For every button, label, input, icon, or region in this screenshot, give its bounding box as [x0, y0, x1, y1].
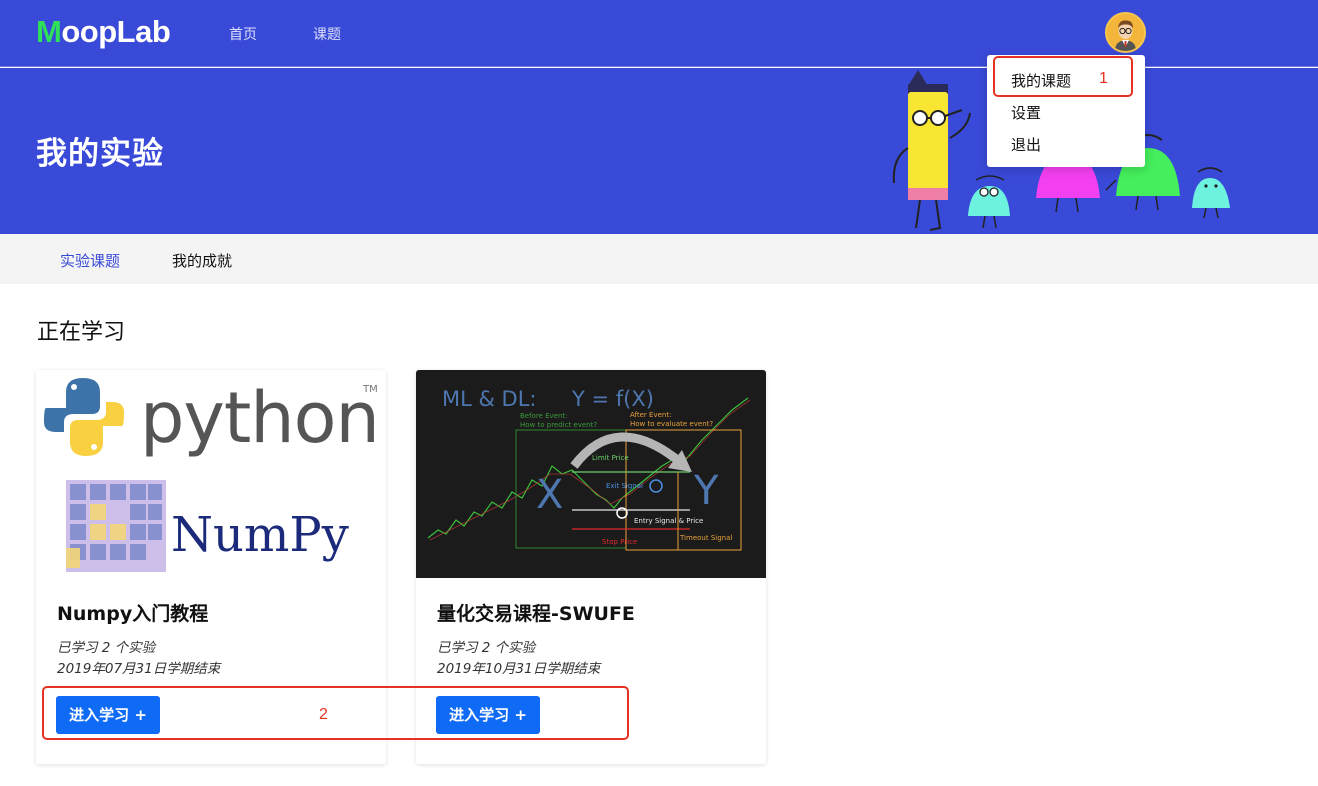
tab-experiment-topics[interactable]: 实验课题	[60, 250, 120, 271]
after-event-label: After Event:	[630, 411, 671, 419]
cover-formula: Y = f(X)	[571, 387, 654, 411]
cover-heading: ML & DL:	[442, 387, 537, 411]
learned-count: 已学习 2 个实验	[437, 640, 536, 656]
menu-item-logout[interactable]: 退出	[1011, 134, 1041, 155]
annotation-number-2: 2	[319, 706, 328, 723]
tab-my-achievements[interactable]: 我的成就	[172, 250, 232, 271]
after-event-question: How to evaluate event?	[630, 420, 713, 428]
pencil-mascot	[892, 70, 971, 231]
course-cover-quant: ML & DL: Y = f(X) Before Event: How to p…	[416, 370, 766, 578]
course-card-numpy: python TM NumPy Numpy入门教程 已学习 2 个实验 2019…	[36, 370, 386, 764]
cyan-mascot-2	[1192, 167, 1230, 219]
term-end-date: 2019年07月31日学期结束	[57, 661, 221, 677]
course-cover-numpy: python TM NumPy	[36, 370, 386, 578]
enter-study-button[interactable]: 进入学习 +	[436, 696, 540, 734]
tabs-bar: 实验课题 我的成就	[0, 234, 1318, 284]
before-event-question: How to predict event?	[520, 421, 597, 429]
term-end-date: 2019年10月31日学期结束	[437, 661, 601, 677]
section-title: 正在学习	[37, 320, 126, 345]
python-wordmark: python	[140, 377, 379, 459]
cyan-mascot-1	[968, 175, 1010, 229]
course-title[interactable]: 量化交易课程-SWUFE	[437, 599, 635, 626]
x-label: X	[536, 472, 563, 518]
exit-signal-label: Exit Signal	[606, 482, 643, 490]
trademark-mark: TM	[362, 384, 378, 395]
logo-text: oopLab	[61, 14, 171, 49]
before-event-label: Before Event:	[520, 412, 568, 420]
user-dropdown-menu: 我的课题 设置 退出	[987, 55, 1145, 167]
page-title: 我的实验	[36, 136, 164, 172]
menu-item-my-topics[interactable]: 我的课题	[1011, 70, 1071, 91]
course-card-quant: ML & DL: Y = f(X) Before Event: How to p…	[416, 370, 766, 764]
logo[interactable]: MoopLab	[36, 14, 171, 50]
entry-signal-label: Entry Signal & Price	[634, 517, 703, 525]
menu-item-settings[interactable]: 设置	[1011, 102, 1041, 123]
user-avatar-icon	[1107, 14, 1144, 51]
numpy-wordmark: NumPy	[171, 507, 349, 563]
timeout-signal-label: Timeout Signal	[679, 534, 732, 542]
stop-price-label: Stop Price	[602, 538, 637, 546]
enter-study-button[interactable]: 进入学习 +	[56, 696, 160, 734]
limit-price-label: Limit Price	[592, 454, 629, 462]
user-avatar[interactable]	[1105, 12, 1146, 53]
nav-link-topics[interactable]: 课题	[313, 24, 341, 44]
nav-link-home[interactable]: 首页	[229, 24, 257, 44]
course-title[interactable]: Numpy入门教程	[57, 599, 208, 626]
annotation-number-1: 1	[1099, 70, 1108, 87]
learned-count: 已学习 2 个实验	[57, 640, 156, 656]
numpy-cube-icon	[66, 480, 166, 572]
logo-letter-m: M	[36, 14, 62, 49]
y-label: Y	[693, 468, 719, 514]
